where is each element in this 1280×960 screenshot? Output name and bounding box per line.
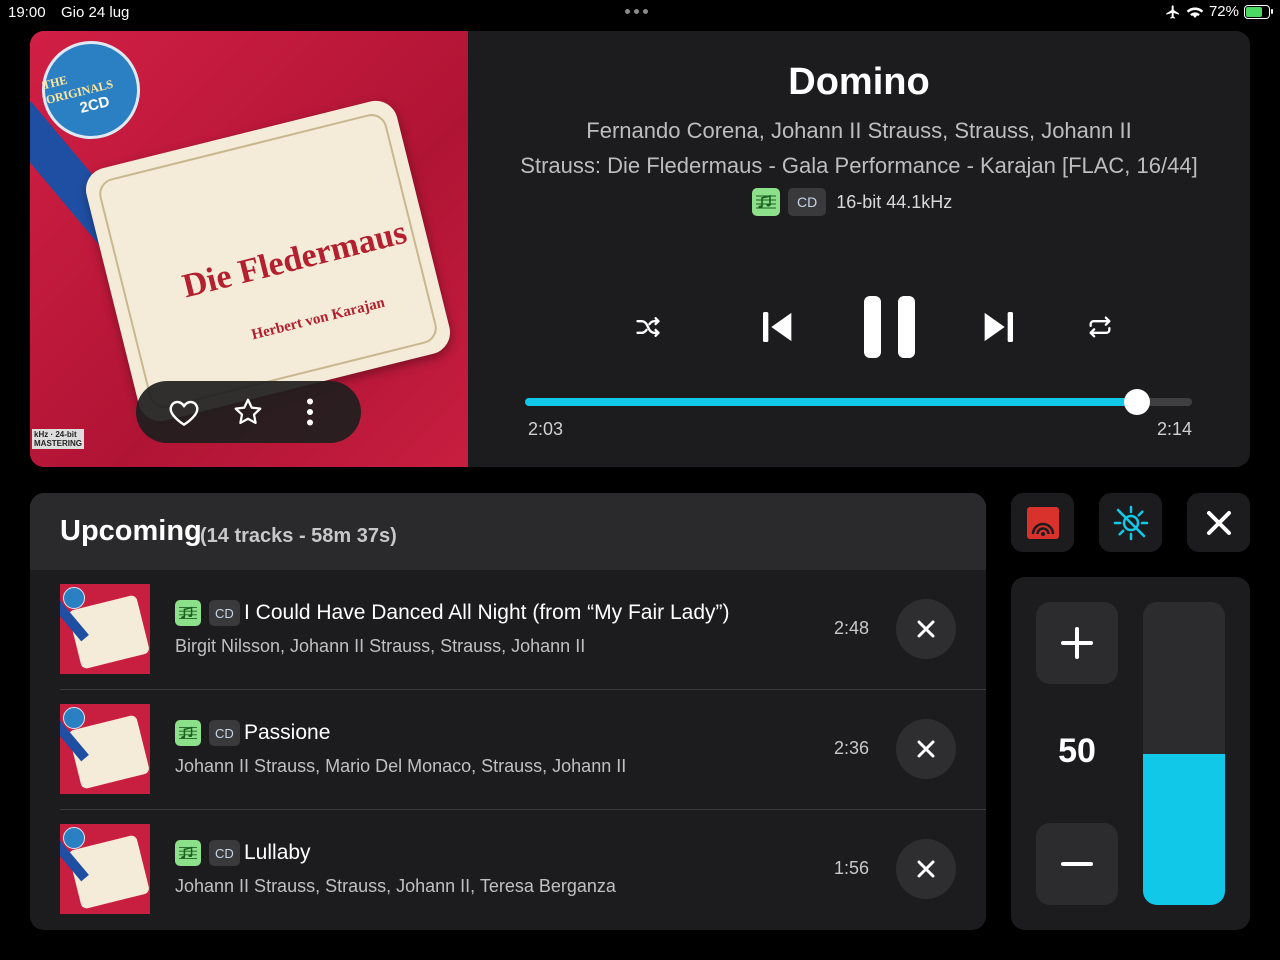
- queue-row[interactable]: CD Lullaby Johann II Strauss, Strauss, J…: [60, 810, 986, 930]
- volume-up-button[interactable]: [1036, 602, 1118, 684]
- keep-awake-button[interactable]: [1099, 493, 1162, 552]
- track-album[interactable]: Strauss: Die Fledermaus - Gala Performan…: [468, 153, 1250, 179]
- battery-icon: [1244, 4, 1273, 19]
- track-artists[interactable]: Fernando Corena, Johann II Strauss, Stra…: [468, 118, 1250, 144]
- progress-bar[interactable]: [525, 389, 1192, 415]
- format-info: CD 16-bit 44.1kHz: [752, 188, 952, 216]
- remove-from-queue-button[interactable]: [896, 719, 956, 779]
- queue-track-duration: 2:36: [834, 738, 870, 758]
- upcoming-header: Upcoming (14 tracks - 58m 37s): [30, 493, 986, 570]
- queue-row[interactable]: CD Passione Johann II Strauss, Mario Del…: [60, 690, 986, 810]
- status-date: Gio 24 lug: [61, 4, 130, 21]
- repeat-button[interactable]: [1078, 307, 1122, 347]
- output-device-button[interactable]: [1011, 493, 1074, 552]
- shuffle-icon: [636, 317, 660, 337]
- album-cover: Die Fledermaus Herbert von Karajan THE O…: [30, 31, 468, 467]
- mastering-text: kHz · 24-bit MASTERING: [32, 429, 84, 449]
- volume-slider-fill: [1143, 753, 1225, 905]
- queue-row[interactable]: CD I Could Have Danced All Night (from “…: [60, 570, 986, 690]
- queue-track-title: Lullaby: [244, 841, 311, 864]
- multitasking-dots[interactable]: [625, 9, 648, 14]
- pause-button[interactable]: [856, 291, 924, 363]
- source-tag: CD: [209, 720, 240, 746]
- status-indicators: 72%: [1165, 3, 1273, 20]
- previous-icon: [763, 312, 792, 342]
- track-title: Domino: [788, 61, 930, 103]
- queue-track-duration: 1:56: [834, 858, 870, 878]
- airplane-icon: [1166, 4, 1179, 19]
- upcoming-panel: Upcoming (14 tracks - 58m 37s) CD I Coul…: [30, 493, 986, 930]
- cover-actions-pill: [136, 381, 361, 443]
- playback-controls: [468, 289, 1250, 369]
- lossless-icon: [175, 840, 201, 866]
- next-icon: [984, 312, 1013, 342]
- remove-from-queue-button[interactable]: [896, 599, 956, 659]
- battery-percent: 72%: [1208, 3, 1239, 20]
- queue-track-title: I Could Have Danced All Night (from “My …: [244, 601, 730, 624]
- airplay-speaker-icon: [1026, 506, 1059, 539]
- volume-panel: 50: [1011, 577, 1250, 930]
- lossless-icon: [175, 600, 201, 626]
- progress-fill: [525, 398, 1138, 406]
- source-tag: CD: [209, 600, 240, 626]
- lossless-icon: [752, 188, 780, 216]
- more-icon: [306, 398, 314, 426]
- quality-text: 16-bit 44.1kHz: [836, 191, 953, 212]
- source-tag: CD: [788, 188, 827, 216]
- status-bar: 19:00 Gio 24 lug 72%: [0, 0, 1280, 26]
- status-time: 19:00: [8, 4, 46, 21]
- source-tag: CD: [209, 840, 240, 866]
- shuffle-button[interactable]: [626, 307, 670, 347]
- favorite-button[interactable]: [168, 396, 200, 428]
- wifi-icon: [1186, 7, 1204, 18]
- close-icon: [917, 740, 935, 758]
- queue-track-duration: 2:48: [834, 618, 870, 638]
- now-playing-card: Die Fledermaus Herbert von Karajan THE O…: [30, 31, 1250, 467]
- lossless-icon: [175, 720, 201, 746]
- pause-icon: [864, 296, 915, 358]
- volume-down-button[interactable]: [1036, 823, 1118, 905]
- queue-track-artists: Johann II Strauss, Mario Del Monaco, Str…: [175, 756, 627, 776]
- close-button[interactable]: [1187, 493, 1250, 552]
- queue-track-title: Passione: [244, 721, 331, 744]
- repeat-icon: [1089, 316, 1111, 338]
- upcoming-summary: (14 tracks - 58m 37s): [200, 525, 397, 547]
- upcoming-title: Upcoming: [60, 515, 202, 547]
- more-button[interactable]: [294, 396, 326, 428]
- remove-from-queue-button[interactable]: [896, 839, 956, 899]
- volume-slider[interactable]: [1143, 602, 1225, 905]
- heart-icon: [169, 400, 199, 427]
- plus-icon: [1061, 627, 1093, 659]
- close-icon: [1206, 510, 1231, 535]
- volume-value: 50: [1058, 732, 1096, 770]
- elapsed-time: 2:03: [528, 419, 564, 439]
- minus-icon: [1061, 862, 1093, 866]
- queue-track-artists: Johann II Strauss, Strauss, Johann II, T…: [175, 876, 616, 896]
- track-thumbnail: [60, 584, 150, 674]
- progress-knob[interactable]: [1124, 389, 1151, 415]
- track-thumbnail: [60, 824, 150, 914]
- track-thumbnail: [60, 704, 150, 794]
- rate-button[interactable]: [232, 396, 264, 428]
- close-icon: [917, 860, 935, 878]
- queue-track-artists: Birgit Nilsson, Johann II Strauss, Strau…: [175, 636, 586, 656]
- brightness-off-icon: [1113, 505, 1148, 540]
- next-button[interactable]: [974, 303, 1022, 351]
- total-time: 2:14: [1156, 419, 1192, 439]
- close-icon: [917, 620, 935, 638]
- star-icon: [234, 398, 262, 425]
- previous-button[interactable]: [754, 303, 802, 351]
